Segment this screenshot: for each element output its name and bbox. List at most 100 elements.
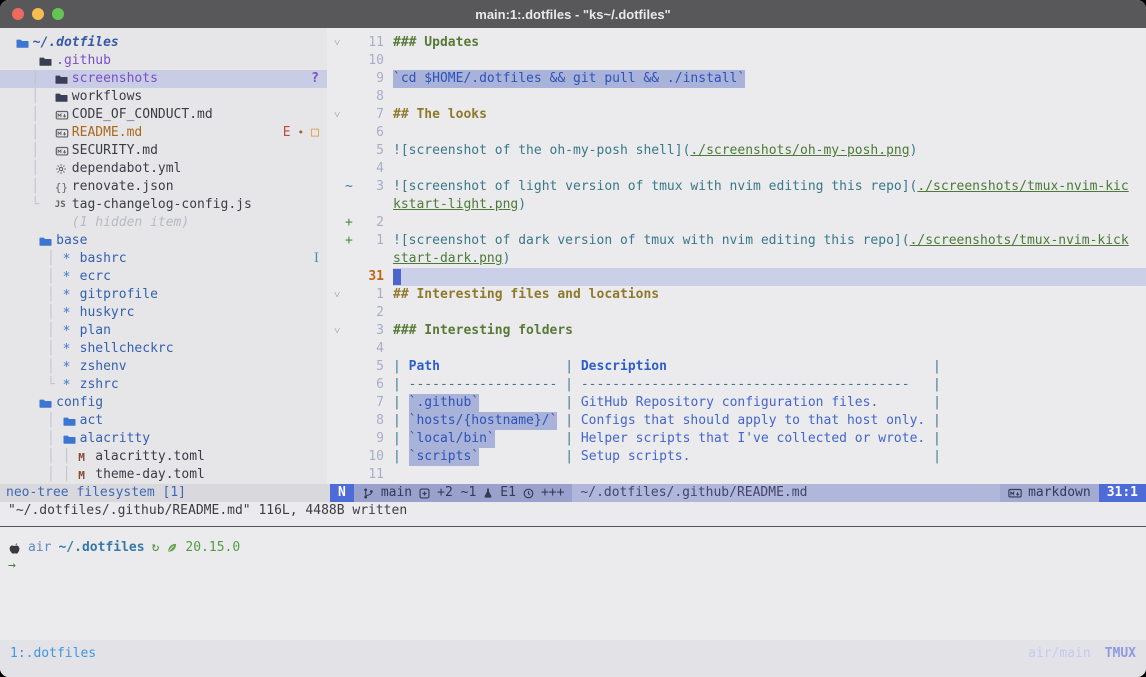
neo-tree-sidebar[interactable]: ~/.dotfiles .github │ screenshots? │ wor…	[0, 28, 330, 484]
editor-line[interactable]: 5![screenshot of the oh-my-posh shell](.…	[334, 142, 1146, 160]
editor-pane[interactable]: ˅ 11### Updates 10 9`cd $HOME/.dotfiles …	[330, 28, 1146, 484]
tree-item-readme-md[interactable]: │ README.mdE•□	[0, 124, 327, 142]
editor-line[interactable]: start-dark.png)	[334, 250, 1146, 268]
tree-item-bashrc[interactable]: │ *bashrcI	[0, 250, 327, 268]
folder-icon	[63, 415, 80, 428]
syntax-desc: Configs that should apply to that host o…	[581, 412, 925, 430]
tree-item-label: zshrc	[80, 376, 119, 394]
tree-indent-guide: │	[0, 304, 63, 322]
tree-item-shellcheckrc[interactable]: │ *shellcheckrc	[0, 340, 327, 358]
editor-line[interactable]: 9| `local/bin` | Helper scripts that I'v…	[334, 430, 1146, 448]
tree-item--1-hidden-item-[interactable]: (1 hidden item)	[0, 214, 327, 232]
badge-sq: □	[311, 124, 319, 142]
close-button[interactable]	[12, 8, 24, 20]
fold-chevron-icon[interactable]: ˅	[334, 322, 345, 340]
line-text: | ------------------- | ----------------…	[393, 376, 1146, 394]
tree-item-tag-changelog-config-js[interactable]: └ JStag-changelog-config.js	[0, 196, 327, 214]
tree-indent-guide: │	[0, 88, 55, 106]
tree-item-zshrc[interactable]: └ *zshrc	[0, 376, 327, 394]
tree-indent-guide	[0, 34, 16, 52]
editor-line[interactable]: 5| Path | Description |	[334, 358, 1146, 376]
editor-line[interactable]: 2	[334, 304, 1146, 322]
tree-item-dependabot-yml[interactable]: │ dependabot.yml	[0, 160, 327, 178]
diff-icon	[418, 487, 431, 500]
editor-line[interactable]: ˅ 7## The looks	[334, 106, 1146, 124]
git-sign: +	[345, 214, 358, 232]
tree-item-label: tag-changelog-config.js	[72, 196, 252, 214]
editor-line[interactable]: ˅ 1## Interesting files and locations	[334, 286, 1146, 304]
tree-item-security-md[interactable]: │ SECURITY.md	[0, 142, 327, 160]
line-number: 8	[358, 88, 384, 106]
editor-line[interactable]: 6| ------------------- | ---------------…	[334, 376, 1146, 394]
line-text	[393, 340, 1146, 358]
syntax-link: ./screenshots/tmux-nvim-kic	[917, 178, 1128, 196]
editor-line[interactable]: 10| `scripts` | Setup scripts. |	[334, 448, 1146, 466]
line-number: 4	[358, 340, 384, 358]
tree-item-label: renovate.json	[72, 178, 174, 196]
zoom-button[interactable]	[52, 8, 64, 20]
title-bar[interactable]: main:1:.dotfiles - "ks~/.dotfiles"	[0, 0, 1146, 28]
tree-item-gitprofile[interactable]: │ *gitprofile	[0, 286, 327, 304]
line-number: 5	[358, 358, 384, 376]
tree-item--github[interactable]: .github	[0, 52, 327, 70]
tree-item-workflows[interactable]: │ workflows	[0, 88, 327, 106]
editor-line[interactable]: 11	[334, 466, 1146, 484]
editor-line[interactable]: 4	[334, 340, 1146, 358]
editor-line[interactable]: +2	[334, 214, 1146, 232]
shell-pane[interactable]: air ~/.dotfiles ↻ 20.15.0 →	[0, 527, 1146, 640]
editor-line[interactable]: 31	[334, 268, 1146, 286]
minimize-button[interactable]	[32, 8, 44, 20]
line-text: | `scripts` | Setup scripts. |	[393, 448, 1146, 466]
syntax-alt: ![screenshot of the oh-my-posh shell](	[393, 142, 690, 160]
editor-line[interactable]: ˅ 3### Interesting folders	[334, 322, 1146, 340]
syntax-code: `cd $HOME/.dotfiles && git pull && ./ins…	[393, 70, 745, 88]
line-number: 2	[358, 304, 384, 322]
fold-chevron-icon[interactable]: ˅	[334, 106, 345, 124]
tree-item-huskyrc[interactable]: │ *huskyrc	[0, 304, 327, 322]
tree-item-alacritty-toml[interactable]: │ │ Malacritty.toml	[0, 448, 327, 466]
editor-line[interactable]: +1![screenshot of dark version of tmux w…	[334, 232, 1146, 250]
editor-line[interactable]: 8	[334, 88, 1146, 106]
gear-icon	[55, 163, 72, 175]
syntax-h3: ### Updates	[393, 34, 479, 52]
tree-item-base[interactable]: base	[0, 232, 327, 250]
tree-item-label: ~/.dotfiles	[33, 34, 119, 52]
folder-icon	[39, 397, 56, 410]
tmux-window-label[interactable]: 1:.dotfiles	[10, 645, 96, 663]
line-number: 10	[358, 52, 384, 70]
syntax-plain	[479, 394, 557, 412]
syntax-plain	[495, 430, 558, 448]
tree-indent-guide: │	[0, 106, 55, 124]
tree-item-config[interactable]: config	[0, 394, 327, 412]
tree-item--dotfiles[interactable]: ~/.dotfiles	[0, 34, 327, 52]
tree-item-renovate-json[interactable]: │ {}renovate.json	[0, 178, 327, 196]
editor-line[interactable]: 8| `hosts/{hostname}/` | Configs that sh…	[334, 412, 1146, 430]
terminal-window: main:1:.dotfiles - "ks~/.dotfiles" ~/.do…	[0, 0, 1146, 677]
tree-item-act[interactable]: │ act	[0, 412, 327, 430]
editor-line[interactable]: 7| `.github` | GitHub Repository configu…	[334, 394, 1146, 412]
fold-chevron-icon[interactable]: ˅	[334, 286, 345, 304]
syntax-h3: ### Interesting folders	[393, 322, 573, 340]
editor-line[interactable]: kstart-light.png)	[334, 196, 1146, 214]
tree-item-zshenv[interactable]: │ *zshenv	[0, 358, 327, 376]
fold-chevron-icon[interactable]: ˅	[334, 34, 345, 52]
tree-item-theme-day-toml[interactable]: │ │ Mtheme-day.toml	[0, 466, 327, 484]
editor-line[interactable]: ˅ 11### Updates	[334, 34, 1146, 52]
editor-line[interactable]: 9`cd $HOME/.dotfiles && git pull && ./in…	[334, 70, 1146, 88]
editor-line[interactable]: ~3![screenshot of light version of tmux …	[334, 178, 1146, 196]
tree-item-screenshots[interactable]: │ screenshots?	[0, 70, 327, 88]
line-text	[393, 214, 1146, 232]
tree-item-alacritty[interactable]: │ alacritty	[0, 430, 327, 448]
tree-item-label: huskyrc	[80, 304, 135, 322]
tree-indent-guide	[0, 52, 39, 70]
markdown-icon	[1008, 486, 1022, 500]
syntax-desc: Setup scripts.	[581, 448, 691, 466]
editor-line[interactable]: 4	[334, 160, 1146, 178]
tree-item-code-of-conduct-md[interactable]: │ CODE_OF_CONDUCT.md	[0, 106, 327, 124]
editor-line[interactable]: 6	[334, 124, 1146, 142]
editor-line[interactable]: 10	[334, 52, 1146, 70]
tree-item-ecrc[interactable]: │ *ecrc	[0, 268, 327, 286]
badge-err: E	[283, 124, 291, 142]
tree-item-plan[interactable]: │ *plan	[0, 322, 327, 340]
tree-indent-guide: │	[0, 412, 63, 430]
